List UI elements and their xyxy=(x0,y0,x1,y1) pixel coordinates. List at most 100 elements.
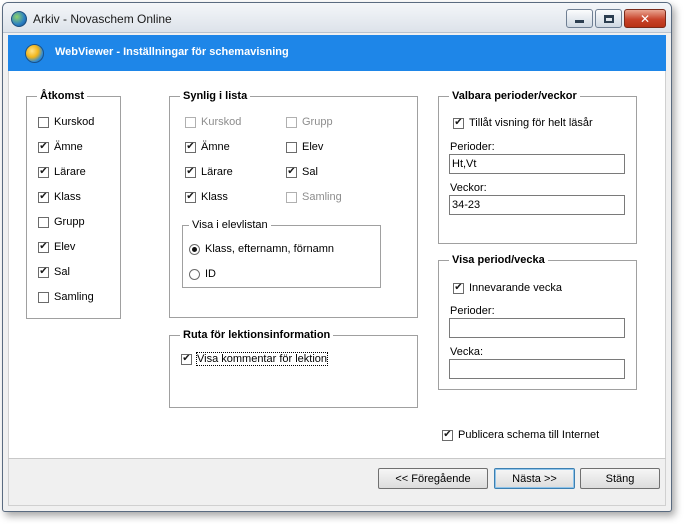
globe-icon xyxy=(25,44,44,63)
ruta-title: Ruta för lektionsinformation xyxy=(180,328,334,342)
close-button[interactable]: Stäng xyxy=(580,468,660,489)
helt-lasar-checkbox[interactable]: ✔ Tillåt visning för helt läsår xyxy=(453,116,593,130)
synlig-sal-label: Sal xyxy=(302,166,318,178)
atkomst-kurskod-checkbox[interactable]: Kurskod xyxy=(38,115,94,129)
atkomst-ämne-label: Ämne xyxy=(54,141,83,153)
banner-title: WebViewer - Inställningar för schemavisn… xyxy=(55,46,289,58)
helt-lasar-label: Tillåt visning för helt läsår xyxy=(469,117,593,129)
checkbox-box: ✔ xyxy=(185,191,196,203)
radio-dot xyxy=(189,243,200,255)
valbara-group: Valbara perioder/veckor ✔ Tillåt visning… xyxy=(438,89,637,244)
checkbox-box: ✔ xyxy=(38,191,49,203)
checkbox-box xyxy=(185,116,196,128)
visa-kommentar-checkbox[interactable]: ✔ Visa kommentar för lektion xyxy=(181,352,329,366)
atkomst-elev-checkbox[interactable]: ✔ Elev xyxy=(38,240,75,254)
perioder-label: Perioder: xyxy=(450,141,495,153)
synlig-lärare-checkbox[interactable]: ✔ Lärare xyxy=(185,165,233,179)
checkbox-box xyxy=(286,116,297,128)
elevlistan-group: Visa i elevlistan Klass, efternamn, förn… xyxy=(182,218,381,288)
checkbox-box xyxy=(38,216,49,228)
elevlistan-radio-label: Klass, efternamn, förnamn xyxy=(205,243,335,255)
atkomst-grupp-checkbox[interactable]: Grupp xyxy=(38,215,85,229)
period-perioder-label: Perioder: xyxy=(450,305,495,317)
check-icon: ✔ xyxy=(186,166,195,177)
close-window-button[interactable]: ✕ xyxy=(624,9,666,28)
elevlistan-radio-1[interactable]: ID xyxy=(189,267,216,281)
check-icon: ✔ xyxy=(39,191,48,202)
check-icon: ✔ xyxy=(443,429,452,440)
checkbox-box: ✔ xyxy=(286,166,297,178)
synlig-grupp-checkbox[interactable]: Grupp xyxy=(286,115,333,129)
checkbox-box: ✔ xyxy=(38,241,49,253)
checkbox-box xyxy=(38,291,49,303)
check-icon: ✔ xyxy=(454,117,463,128)
title-bar[interactable]: Arkiv - Novaschem Online ✕ xyxy=(3,3,671,33)
minimize-icon xyxy=(575,20,584,23)
publicera-checkbox[interactable]: ✔ Publicera schema till Internet xyxy=(442,428,599,442)
perioder-input[interactable] xyxy=(449,154,625,174)
synlig-sal-checkbox[interactable]: ✔ Sal xyxy=(286,165,318,179)
synlig-lärare-label: Lärare xyxy=(201,166,233,178)
period-perioder-input[interactable] xyxy=(449,318,625,338)
publicera-label: Publicera schema till Internet xyxy=(458,429,600,441)
minimize-button[interactable] xyxy=(566,9,593,28)
synlig-samling-checkbox[interactable]: Samling xyxy=(286,190,342,204)
elevlistan-radio-label: ID xyxy=(205,268,216,280)
synlig-samling-label: Samling xyxy=(302,191,342,203)
check-icon: ✔ xyxy=(39,166,48,177)
radio-dot xyxy=(189,268,200,280)
innevarande-label: Innevarande vecka xyxy=(469,282,562,294)
checkbox-box xyxy=(38,116,49,128)
atkomst-kurskod-label: Kurskod xyxy=(54,116,95,128)
atkomst-sal-checkbox[interactable]: ✔ Sal xyxy=(38,265,70,279)
check-icon: ✔ xyxy=(39,241,48,252)
check-icon: ✔ xyxy=(186,141,195,152)
checkbox-box: ✔ xyxy=(38,166,49,178)
atkomst-lärare-label: Lärare xyxy=(54,166,86,178)
atkomst-samling-label: Samling xyxy=(54,291,94,303)
synlig-group: Synlig i lista Kurskod ✔ Ämne ✔ Lärare ✔ Klass… xyxy=(169,89,418,318)
header-banner: WebViewer - Inställningar för schemavisn… xyxy=(8,35,666,71)
next-button[interactable]: Nästa >> xyxy=(494,468,575,489)
synlig-title: Synlig i lista xyxy=(180,89,251,103)
previous-button[interactable]: << Föregående xyxy=(378,468,488,489)
checkbox-box xyxy=(286,191,297,203)
visa-kommentar-label: Visa kommentar för lektion xyxy=(195,352,329,366)
valbara-title: Valbara perioder/veckor xyxy=(449,89,580,103)
veckor-label: Veckor: xyxy=(450,182,487,194)
vecka-input[interactable] xyxy=(449,359,625,379)
dialog-window: Arkiv - Novaschem Online ✕ WebViewer - I… xyxy=(2,2,672,512)
checkbox-box: ✔ xyxy=(185,141,196,153)
atkomst-lärare-checkbox[interactable]: ✔ Lärare xyxy=(38,165,86,179)
checkbox-box: ✔ xyxy=(453,117,464,129)
synlig-ämne-label: Ämne xyxy=(201,141,230,153)
visa-period-title: Visa period/vecka xyxy=(449,253,548,267)
elevlistan-radio-0[interactable]: Klass, efternamn, förnamn xyxy=(189,242,334,256)
checkbox-box: ✔ xyxy=(38,141,49,153)
synlig-ämne-checkbox[interactable]: ✔ Ämne xyxy=(185,140,230,154)
atkomst-klass-checkbox[interactable]: ✔ Klass xyxy=(38,190,81,204)
close-icon: ✕ xyxy=(639,11,651,26)
maximize-icon xyxy=(603,14,614,23)
atkomst-grupp-label: Grupp xyxy=(54,216,85,228)
synlig-elev-checkbox[interactable]: Elev xyxy=(286,140,323,154)
atkomst-sal-label: Sal xyxy=(54,266,70,278)
maximize-button[interactable] xyxy=(595,9,622,28)
checkbox-box: ✔ xyxy=(38,266,49,278)
synlig-klass-label: Klass xyxy=(201,191,228,203)
check-icon: ✔ xyxy=(454,282,463,293)
atkomst-group: Åtkomst Kurskod ✔ Ämne ✔ Lärare ✔ Klass Grupp ✔ E… xyxy=(26,89,121,319)
checkbox-box: ✔ xyxy=(453,282,464,294)
checkbox-box xyxy=(286,141,297,153)
ruta-group: Ruta för lektionsinformation ✔ Visa komm… xyxy=(169,328,418,408)
synlig-grupp-label: Grupp xyxy=(302,116,333,128)
atkomst-ämne-checkbox[interactable]: ✔ Ämne xyxy=(38,140,83,154)
innevarande-checkbox[interactable]: ✔ Innevarande vecka xyxy=(453,281,562,295)
atkomst-samling-checkbox[interactable]: Samling xyxy=(38,290,94,304)
synlig-klass-checkbox[interactable]: ✔ Klass xyxy=(185,190,228,204)
visa-period-group: Visa period/vecka ✔ Innevarande vecka Pe… xyxy=(438,253,637,390)
veckor-input[interactable] xyxy=(449,195,625,215)
globe-icon xyxy=(11,11,27,27)
checkbox-box: ✔ xyxy=(181,353,192,365)
synlig-kurskod-checkbox[interactable]: Kurskod xyxy=(185,115,241,129)
